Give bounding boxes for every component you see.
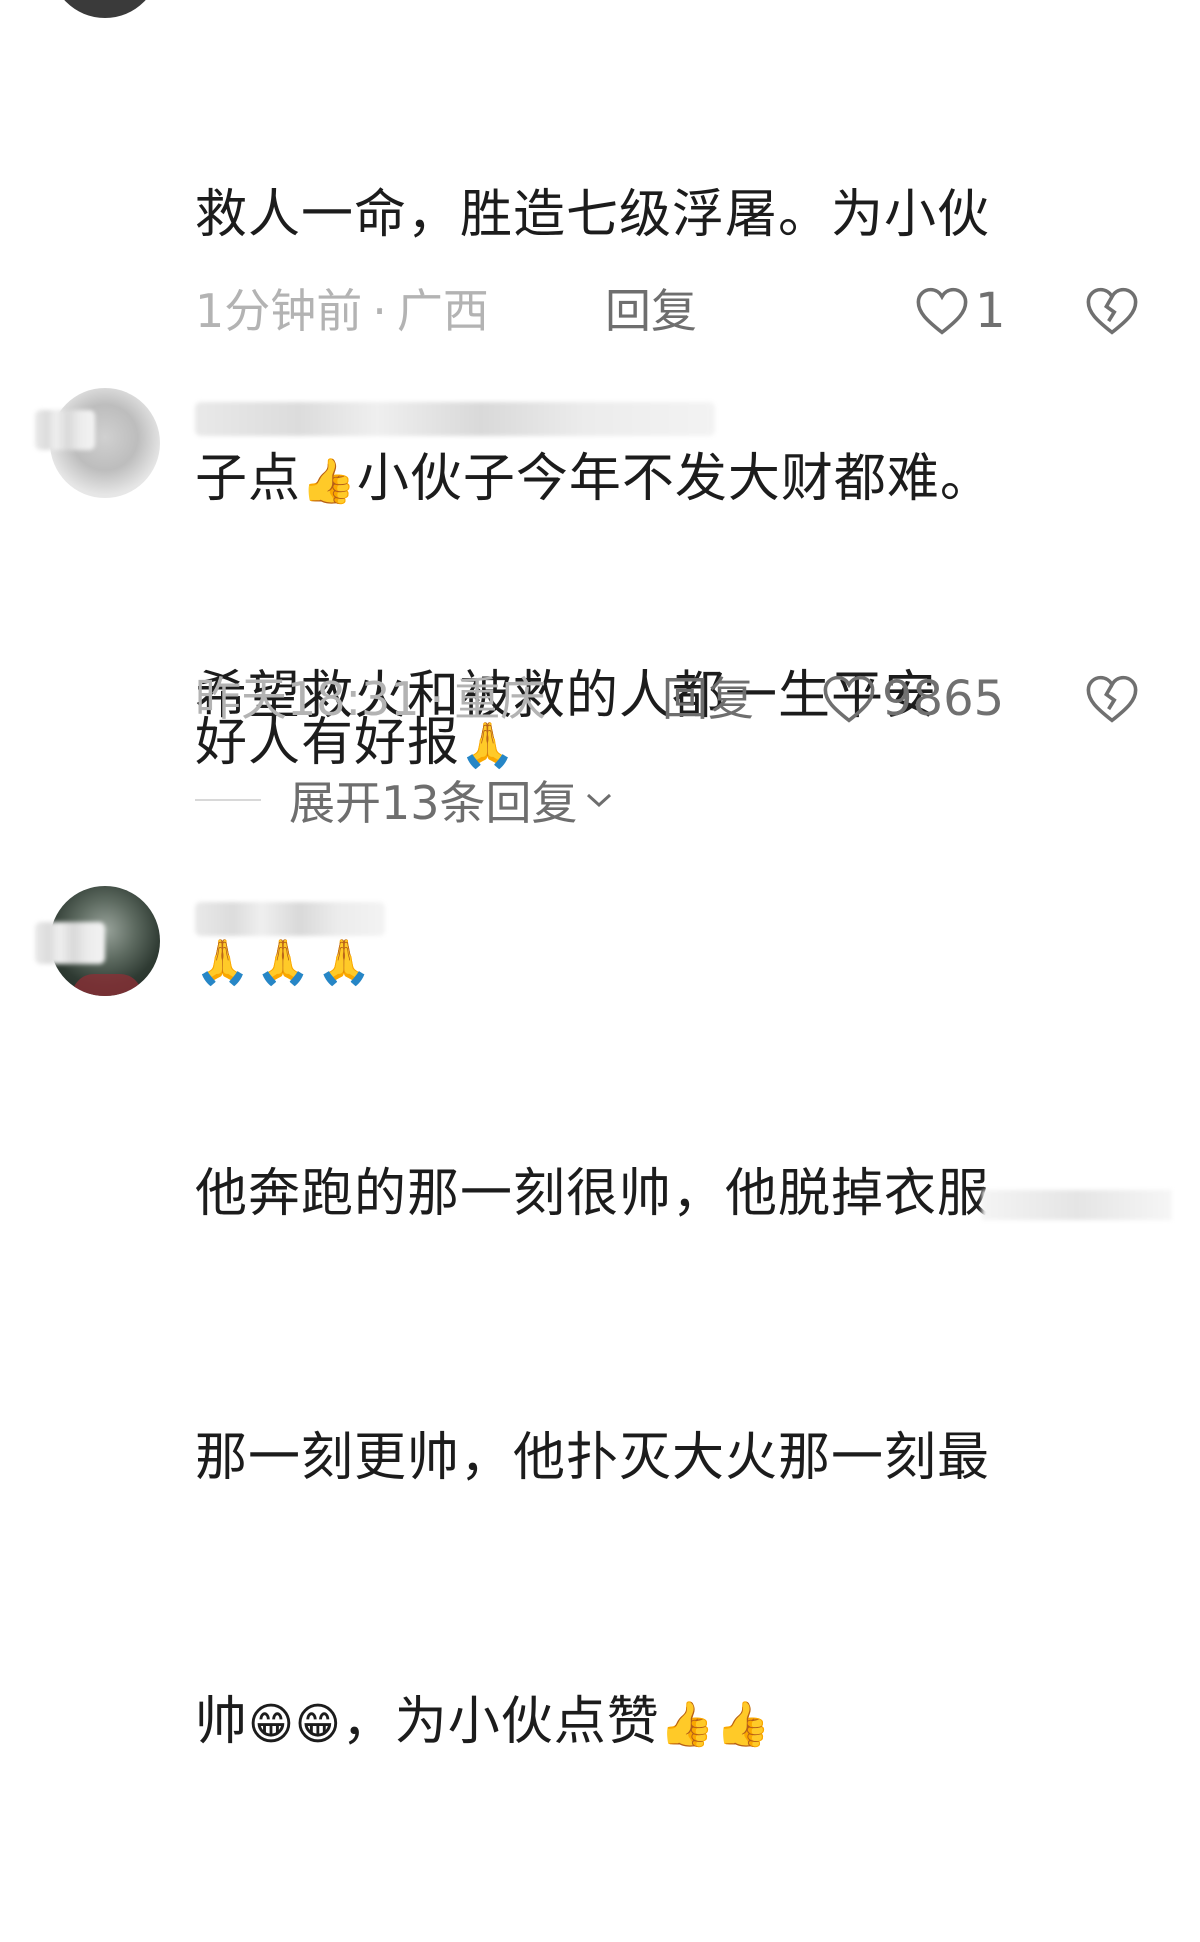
dislike-button[interactable] — [1082, 664, 1142, 734]
reply-button[interactable]: 回复 — [605, 276, 697, 346]
meta-separator: · — [429, 672, 445, 726]
comment-time: 1分钟前 — [195, 284, 363, 338]
like-button[interactable]: 9865 — [822, 664, 1004, 734]
comment-meta: 1分钟前 · 广西 — [195, 276, 489, 346]
comment-time: 昨天18:31 — [195, 672, 420, 726]
dislike-button[interactable] — [1082, 276, 1142, 346]
comment-location: 广西 — [396, 284, 489, 338]
expand-replies-label: 展开13条回复 — [289, 776, 578, 830]
thumbs-up-emoji: 👍👍 — [659, 1699, 772, 1750]
username-blurred-extra — [35, 922, 105, 964]
comment-text: 他奔跑的那一刻很帅，他脱掉衣服 那一刻更帅，他扑灭大火那一刻最 帅😁😁，为小伙点… — [195, 1164, 991, 1752]
like-count: 1 — [975, 283, 1006, 339]
broken-heart-icon — [1086, 287, 1138, 335]
comment-meta: 昨天18:31 · 重庆 — [195, 664, 546, 734]
username-blurred-extra — [35, 410, 95, 450]
username-blurred[interactable] — [195, 902, 385, 936]
watermark — [982, 1190, 1172, 1220]
heart-outline-icon — [823, 675, 875, 723]
meta-separator: · — [372, 284, 387, 338]
heart-outline-icon — [916, 287, 968, 335]
reply-button[interactable]: 回复 — [662, 664, 754, 734]
username-blurred[interactable] — [195, 402, 715, 436]
like-button[interactable]: 1 — [915, 276, 1006, 346]
like-count: 9865 — [882, 671, 1005, 727]
comment-location: 重庆 — [454, 672, 547, 726]
grin-emoji: 😁😁 — [248, 1699, 342, 1750]
avatar[interactable] — [50, 0, 160, 18]
chevron-down-icon — [586, 793, 611, 808]
expand-replies-button[interactable]: 展开13条回复 — [195, 765, 614, 835]
expand-divider — [195, 799, 261, 801]
broken-heart-icon — [1086, 675, 1138, 723]
